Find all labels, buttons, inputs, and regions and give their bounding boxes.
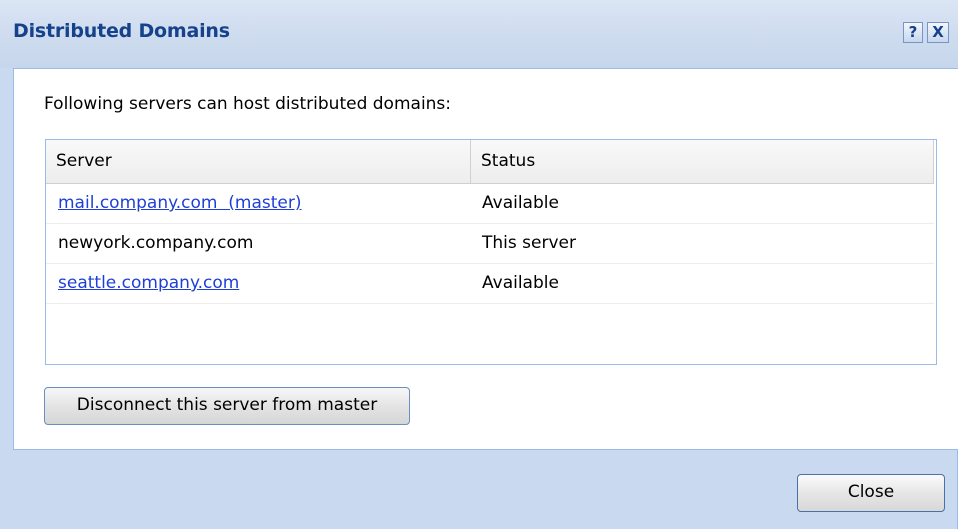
table-row[interactable]: mail.company.com (master) Available bbox=[46, 184, 934, 224]
close-icon[interactable]: X bbox=[927, 22, 949, 43]
server-link-mail[interactable]: mail.company.com (master) bbox=[58, 184, 302, 223]
server-link-seattle[interactable]: seattle.company.com bbox=[58, 264, 239, 303]
dialog-title: Distributed Domains bbox=[13, 20, 230, 42]
column-header-status[interactable]: Status bbox=[471, 140, 934, 183]
server-status: This server bbox=[482, 233, 576, 253]
server-name-newyork: newyork.company.com bbox=[58, 233, 254, 253]
dialog-titlebar[interactable]: Distributed Domains ? X bbox=[0, 0, 958, 68]
dialog-body: Following servers can host distributed d… bbox=[13, 68, 958, 450]
intro-label: Following servers can host distributed d… bbox=[44, 94, 452, 114]
server-status: Available bbox=[482, 273, 559, 293]
server-status: Available bbox=[482, 193, 559, 213]
table-row[interactable]: newyork.company.com This server bbox=[46, 224, 934, 264]
table-row[interactable]: seattle.company.com Available bbox=[46, 264, 934, 304]
disconnect-button[interactable]: Disconnect this server from master bbox=[44, 387, 410, 425]
grid-header: Server Status bbox=[46, 140, 934, 184]
column-header-server[interactable]: Server bbox=[46, 140, 471, 183]
distributed-domains-dialog: Distributed Domains ? X Following server… bbox=[0, 0, 958, 529]
help-icon[interactable]: ? bbox=[903, 22, 923, 43]
servers-grid: Server Status mail.company.com (master) … bbox=[45, 139, 937, 365]
close-button[interactable]: Close bbox=[797, 474, 945, 512]
